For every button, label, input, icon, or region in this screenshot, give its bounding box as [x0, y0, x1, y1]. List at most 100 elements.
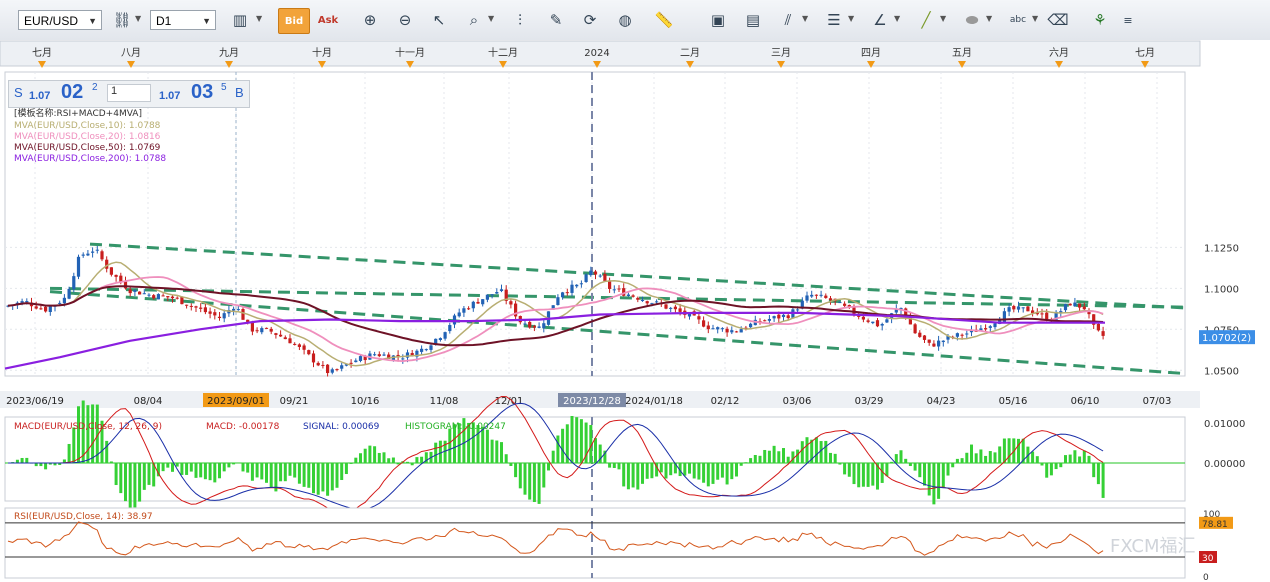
symbol-select[interactable]: EUR/USD ▼ [18, 10, 102, 30]
chevron-down-icon[interactable]: ▼ [202, 11, 211, 31]
histogram-bar [1054, 463, 1058, 470]
ask-button[interactable]: Ask [316, 8, 340, 32]
histogram-bar [706, 463, 710, 487]
buy-label[interactable]: B [235, 85, 244, 100]
chevron-down-icon[interactable]: ▼ [986, 14, 992, 23]
histogram-bar [913, 463, 917, 471]
cursor-icon[interactable]: ↖ [427, 8, 451, 32]
histogram-bar [650, 463, 654, 479]
candle-body [1068, 303, 1072, 306]
candle-body [39, 308, 43, 310]
menu-icon[interactable]: ≡ [1116, 8, 1140, 32]
histogram-bar [791, 451, 795, 463]
chevron-down-icon[interactable]: ▼ [88, 11, 97, 31]
tree-icon[interactable]: ⚘ [1088, 8, 1112, 32]
candle-body [264, 327, 269, 329]
candle-body [467, 308, 471, 310]
sell-label[interactable]: S [14, 85, 23, 100]
candle-body [772, 316, 776, 319]
pitchfork-icon[interactable]: ⫽ [776, 8, 800, 32]
histogram-bar [829, 452, 832, 463]
chevron-down-icon[interactable]: ▼ [135, 14, 141, 23]
candle-body [25, 301, 29, 303]
histogram-bar [711, 463, 715, 484]
eraser-icon[interactable]: ⌫ [1046, 8, 1070, 32]
candle-body [669, 307, 673, 309]
histogram-bar [570, 415, 574, 463]
chevron-down-icon[interactable]: ▼ [940, 14, 946, 23]
bid-button[interactable]: Bid [278, 8, 310, 34]
candle-body [86, 253, 90, 256]
histogram-bar [297, 463, 301, 484]
candle-body [274, 333, 278, 335]
bar-chart-icon[interactable]: ▥ [228, 8, 252, 32]
zoom-in-icon[interactable]: ⊕ [358, 8, 382, 32]
candle-body [932, 343, 936, 347]
mva200-legend: MVA(EUR/USD,Close,200): 1.0788 [14, 154, 166, 164]
chevron-down-icon[interactable]: ▼ [488, 14, 494, 23]
histogram-bar [420, 456, 424, 463]
month-label: 十一月 [395, 46, 425, 59]
edit-icon[interactable]: ✎ [544, 8, 568, 32]
price-tick: 1.1250 [1204, 243, 1239, 254]
chevron-down-icon[interactable]: ▼ [802, 14, 808, 23]
histogram-bar [988, 451, 992, 463]
chevron-down-icon[interactable]: ▼ [894, 14, 900, 23]
label-icon[interactable]: abc [1006, 8, 1030, 32]
zoom-area-icon[interactable]: ⌕ [462, 8, 486, 32]
histogram-bar [899, 450, 903, 463]
chevron-down-icon[interactable]: ▼ [256, 14, 262, 23]
image-icon[interactable]: ▣ [706, 8, 730, 32]
lines-icon[interactable]: ☰ [822, 8, 846, 32]
histogram-bar [373, 446, 377, 463]
candle-body [189, 305, 193, 307]
refresh-icon[interactable]: ⟳ [578, 8, 602, 32]
chevron-down-icon[interactable]: ▼ [1032, 14, 1038, 23]
histogram-bar [260, 463, 264, 480]
histogram-bar [932, 463, 936, 505]
candle-body [828, 298, 833, 301]
chart-image-icon[interactable]: ▤ [741, 8, 765, 32]
candle-body [1007, 307, 1011, 312]
globe-icon[interactable]: ◍ [613, 8, 637, 32]
trend-line-icon[interactable]: ╱ [914, 8, 938, 32]
histogram-bar [288, 463, 292, 476]
histogram-bar [391, 457, 395, 463]
rsi-panel[interactable] [4, 507, 1186, 579]
histogram-bar [72, 427, 76, 463]
histogram-bar [250, 463, 254, 481]
price-panel[interactable] [4, 71, 1186, 377]
candle-body [67, 288, 71, 299]
quote-panel[interactable]: S 1.07 02 2 1 1.07 03 5 B [8, 80, 250, 108]
histogram-bar [1073, 450, 1077, 463]
timeframe-select[interactable]: D1 ▼ [150, 10, 216, 30]
candle-body [955, 333, 959, 337]
ruler-icon[interactable]: 📏 [652, 8, 676, 32]
candle-body [509, 301, 513, 305]
angle-icon[interactable]: ∠ [868, 8, 892, 32]
histogram-bar [965, 452, 969, 463]
chart-area[interactable]: 七月 八月 九月 十月 十一月 十二月 2024 二月 三月 四月 五月 六月 七月 1.1250 1.1… [0, 40, 1270, 582]
quantity-input[interactable]: 1 [107, 84, 151, 102]
candle-body [133, 290, 137, 292]
month-label: 九月 [219, 47, 239, 59]
histogram-bar [91, 404, 95, 463]
histogram-bar [189, 463, 193, 472]
chain-icon[interactable]: ⛓ [110, 8, 134, 32]
ellipse-icon[interactable]: ⬬ [960, 8, 984, 32]
histogram-bar [1092, 463, 1096, 478]
histogram-bar [359, 453, 362, 463]
histogram-bar [852, 463, 856, 485]
zoom-out-icon[interactable]: ⊖ [393, 8, 417, 32]
candle-body [1082, 306, 1086, 310]
fibonacci-icon[interactable]: ⫶ [508, 8, 532, 32]
histogram-bar [735, 463, 738, 477]
candle-body [147, 294, 151, 296]
date-tick: 2024/01/18 [625, 396, 683, 407]
histogram-bar [326, 463, 330, 496]
candle-body [655, 301, 659, 303]
candle-body [100, 251, 104, 260]
chevron-down-icon[interactable]: ▼ [848, 14, 854, 23]
histogram-bar [255, 463, 259, 478]
candle-body [716, 327, 720, 330]
